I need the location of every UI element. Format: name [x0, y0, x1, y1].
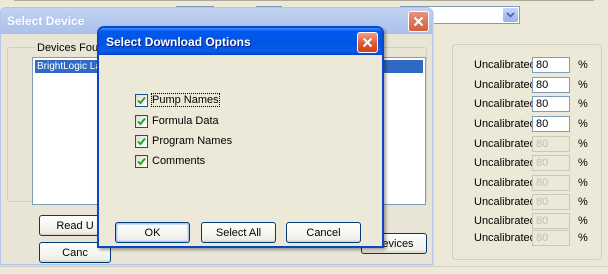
calibration-status: Uncalibrated	[474, 232, 536, 244]
option-label: Program Names	[152, 135, 233, 147]
calibration-value-input[interactable]: 80	[532, 77, 570, 93]
percent-label: %	[578, 138, 588, 150]
dialog-title: Select Download Options	[106, 35, 251, 49]
percent-label: %	[578, 196, 588, 208]
percent-label: %	[578, 98, 588, 110]
calibration-value-input: 80	[532, 155, 570, 171]
option-comments[interactable]: Comments	[135, 154, 205, 168]
calibration-status: Uncalibrated	[474, 157, 536, 169]
percent-label: %	[578, 157, 588, 169]
calibration-status: Uncalibrated	[474, 79, 536, 91]
calibration-row: Uncalibrated 80 %	[474, 213, 588, 229]
ok-button-label: OK	[144, 226, 161, 239]
calibration-value-input: 80	[532, 230, 570, 246]
read-button-label: Read U	[56, 219, 94, 232]
calibration-row: Uncalibrated 80 %	[474, 175, 588, 191]
select-all-button[interactable]: Select All	[201, 222, 276, 243]
close-button[interactable]	[408, 11, 429, 32]
cancel-button-label: Canc	[62, 246, 88, 259]
close-button[interactable]	[357, 32, 378, 53]
checkmark-icon	[137, 157, 146, 165]
calibration-status: Uncalibrated	[474, 177, 536, 189]
ok-button[interactable]: OK	[115, 222, 190, 243]
calibration-value-input: 80	[532, 194, 570, 210]
checkbox[interactable]	[135, 114, 148, 128]
option-formula-data[interactable]: Formula Data	[135, 114, 219, 128]
calibration-status: Uncalibrated	[474, 196, 536, 208]
option-program-names[interactable]: Program Names	[135, 134, 232, 148]
calibration-row: Uncalibrated 80 %	[474, 57, 588, 73]
option-label: Comments	[152, 155, 206, 167]
checkmark-icon	[137, 117, 146, 125]
percent-label: %	[578, 59, 588, 71]
devices-group-label: Devices Four	[35, 42, 104, 54]
calibration-row: Uncalibrated 80 %	[474, 230, 588, 246]
calibration-value-input: 80	[532, 175, 570, 191]
calibration-value-input[interactable]: 80	[532, 96, 570, 112]
bottom-bar	[0, 266, 608, 274]
checkbox[interactable]	[135, 134, 148, 148]
percent-label: %	[578, 232, 588, 244]
divider	[14, 0, 594, 1]
chevron-down-icon[interactable]	[503, 8, 518, 22]
percent-label: %	[578, 79, 588, 91]
percent-label: %	[578, 215, 588, 227]
checkmark-icon	[137, 96, 146, 104]
calibration-status: Uncalibrated	[474, 59, 536, 71]
option-label: Formula Data	[152, 115, 219, 127]
download-options-dialog: Select Download Options Pump Names Formu…	[97, 26, 384, 248]
calibration-row: Uncalibrated 80 %	[474, 194, 588, 210]
calibration-value-input: 80	[532, 213, 570, 229]
checkbox[interactable]	[135, 154, 148, 168]
calibration-value-input: 80	[532, 136, 570, 152]
percent-label: %	[578, 118, 588, 130]
calibration-row: Uncalibrated 80 %	[474, 116, 588, 132]
calibration-row: Uncalibrated 80 %	[474, 96, 588, 112]
calibration-row: Uncalibrated 80 %	[474, 77, 588, 93]
select-all-button-label: Select All	[215, 226, 262, 239]
calibration-row: Uncalibrated 80 %	[474, 136, 588, 152]
percent-label: %	[578, 177, 588, 189]
calibration-row: Uncalibrated 80 %	[474, 155, 588, 171]
title-bar[interactable]: Select Download Options	[99, 28, 382, 55]
cancel-button[interactable]: Cancel	[286, 222, 361, 243]
calibration-status: Uncalibrated	[474, 215, 536, 227]
close-icon	[362, 37, 373, 48]
checkbox[interactable]	[135, 93, 148, 107]
window-title: Select Device	[7, 14, 85, 28]
calibration-status: Uncalibrated	[474, 98, 536, 110]
device-item-label: BrightLogic La	[37, 61, 101, 72]
close-icon	[413, 16, 424, 27]
checkmark-icon	[137, 137, 146, 145]
calibration-value-input[interactable]: 80	[532, 116, 570, 132]
option-label: Pump Names	[151, 93, 220, 107]
calibration-status: Uncalibrated	[474, 138, 536, 150]
calibration-value-input[interactable]: 80	[532, 57, 570, 73]
cancel-button-label: Cancel	[306, 226, 341, 239]
option-pump-names[interactable]: Pump Names	[135, 93, 220, 107]
calibration-status: Uncalibrated	[474, 118, 536, 130]
